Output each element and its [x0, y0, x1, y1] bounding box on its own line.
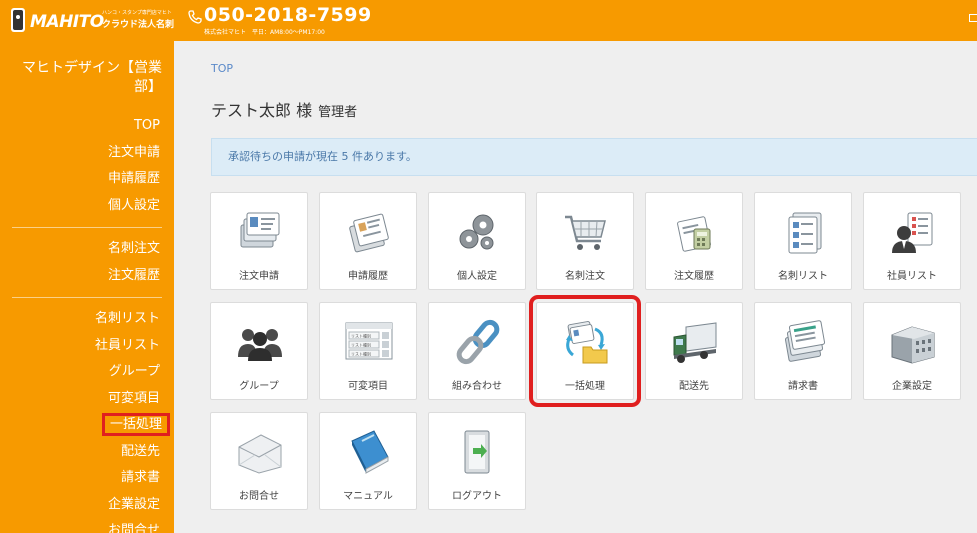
envelope-icon	[238, 434, 282, 474]
user-name: テスト太郎 様	[211, 101, 313, 120]
svg-text:リスト種別: リスト種別	[351, 333, 371, 339]
tile-label: 一括処理	[565, 381, 605, 392]
company-name: マヒトデザイン【営業部】	[22, 60, 162, 95]
tile-label: 注文履歴	[674, 271, 714, 282]
tile-label: 企業設定	[892, 381, 932, 392]
sidebar-item-invoice[interactable]: 請求書	[0, 465, 174, 492]
building-icon	[891, 326, 935, 364]
tile-label: 申請履歴	[348, 271, 388, 282]
tile-shipping[interactable]: 配送先	[645, 302, 743, 400]
brand-name: MAHITO	[30, 12, 104, 32]
sidebar-item-request-history[interactable]: 申請履歴	[0, 166, 174, 193]
tile-label: ログアウト	[452, 491, 502, 502]
sidebar-item-order-request[interactable]: 注文申請	[0, 140, 174, 167]
nav-divider	[12, 297, 162, 298]
tile-label: 名刺注文	[565, 271, 605, 282]
tile-label: 組み合わせ	[452, 381, 502, 392]
tile-contact[interactable]: お問合せ	[210, 412, 308, 510]
chain-link-icon	[456, 319, 500, 365]
tile-label: 個人設定	[457, 271, 497, 282]
tile-label: 注文申請	[239, 271, 279, 282]
sidebar-item-batch-process[interactable]: 一括処理	[0, 412, 174, 439]
tile-company-settings[interactable]: 企業設定	[863, 302, 961, 400]
tile-card-list[interactable]: 名刺リスト	[754, 192, 852, 290]
breadcrumb-top[interactable]: TOP	[211, 62, 233, 75]
order-request-icon	[240, 212, 280, 248]
manual-book-icon	[351, 430, 389, 474]
order-history-icon	[677, 216, 711, 252]
mascot-icon	[11, 8, 25, 32]
nav-divider	[12, 227, 162, 228]
logout-door-icon	[464, 430, 490, 474]
phone-block: 050-2018-7599 株式会社マヒト 平日：AM8:00〜PM17:00	[188, 4, 388, 36]
tile-label: 請求書	[788, 381, 818, 392]
tile-label: 可変項目	[348, 381, 388, 392]
request-history-icon	[349, 213, 389, 253]
svg-text:リスト種別: リスト種別	[351, 342, 371, 348]
tile-label: 社員リスト	[887, 271, 937, 282]
sidebar: マヒトデザイン【営業部】 TOP 注文申請 申請履歴 個人設定 名刺注文 注文履…	[0, 41, 174, 533]
tile-label: 名刺リスト	[778, 271, 828, 282]
phone-icon	[188, 10, 202, 24]
tile-order-history[interactable]: 注文履歴	[645, 192, 743, 290]
phone-number: 050-2018-7599	[204, 4, 372, 26]
sidebar-item-shipping[interactable]: 配送先	[0, 439, 174, 466]
user-greeting: テスト太郎 様管理者	[211, 97, 357, 121]
group-icon	[238, 329, 282, 361]
truck-icon	[673, 322, 717, 363]
sidebar-item-order-history[interactable]: 注文履歴	[0, 263, 174, 290]
sidebar-item-personal-settings[interactable]: 個人設定	[0, 193, 174, 220]
sidebar-item-card-list[interactable]: 名刺リスト	[0, 306, 174, 333]
gears-icon	[459, 214, 494, 250]
sidebar-item-employee-list[interactable]: 社員リスト	[0, 333, 174, 360]
tile-personal-settings[interactable]: 個人設定	[428, 192, 526, 290]
mahito-logo[interactable]: MAHITO ハンコ・スタンプ専門店マヒト クラウド法人名刺	[8, 6, 183, 36]
sidebar-item-card-order[interactable]: 名刺注文	[0, 236, 174, 263]
approval-notice[interactable]: 承認待ちの申請が現在 5 件あります。	[211, 138, 977, 176]
tile-batch-process[interactable]: 一括処理	[529, 295, 641, 407]
sidebar-item-group[interactable]: グループ	[0, 359, 174, 386]
tile-card-order[interactable]: 名刺注文	[536, 192, 634, 290]
variable-items-icon: リスト種別 リスト種別 リスト種別	[345, 322, 393, 360]
tile-group[interactable]: グループ	[210, 302, 308, 400]
batch-process-icon	[566, 321, 608, 364]
tile-order-request[interactable]: 注文申請	[210, 192, 308, 290]
tile-logout[interactable]: ログアウト	[428, 412, 526, 510]
invoice-icon	[784, 320, 826, 362]
brand-tagline: ハンコ・スタンプ専門店マヒト	[102, 10, 172, 16]
tile-manual[interactable]: マニュアル	[319, 412, 417, 510]
sidebar-item-variable-items[interactable]: 可変項目	[0, 386, 174, 413]
sidebar-item-contact[interactable]: お問合せ	[0, 518, 174, 533]
nav-group-main: TOP 注文申請 申請履歴 個人設定 名刺注文 注文履歴 名刺リスト 社員リスト…	[0, 113, 174, 533]
tile-combination[interactable]: 組み合わせ	[428, 302, 526, 400]
sidebar-item-top[interactable]: TOP	[0, 113, 174, 140]
menu-toggle-icon[interactable]	[969, 14, 977, 22]
svg-text:リスト種別: リスト種別	[351, 351, 371, 357]
tile-request-history[interactable]: 申請履歴	[319, 192, 417, 290]
tile-label: 配送先	[679, 381, 709, 392]
top-header: MAHITO ハンコ・スタンプ専門店マヒト クラウド法人名刺 050-2018-…	[0, 0, 977, 41]
business-hours: 株式会社マヒト 平日：AM8:00〜PM17:00	[204, 29, 325, 36]
cart-icon	[565, 215, 606, 250]
service-name: クラウド法人名刺	[102, 20, 175, 30]
card-list-icon	[788, 212, 822, 254]
tile-label: お問合せ	[239, 491, 279, 502]
sidebar-item-company-settings[interactable]: 企業設定	[0, 492, 174, 519]
user-role: 管理者	[318, 105, 358, 120]
tile-label: グループ	[239, 381, 279, 392]
tile-label: マニュアル	[343, 491, 393, 502]
tile-variable-items[interactable]: リスト種別 リスト種別 リスト種別 可変項目	[319, 302, 417, 400]
employee-list-icon	[892, 212, 933, 253]
tile-invoice[interactable]: 請求書	[754, 302, 852, 400]
tile-employee-list[interactable]: 社員リスト	[863, 192, 961, 290]
